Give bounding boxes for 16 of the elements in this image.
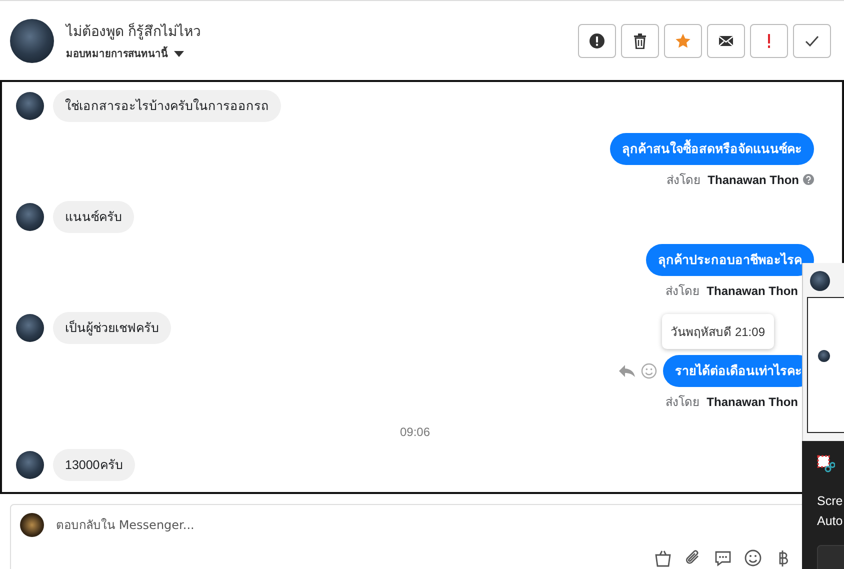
message-bubble: ใช่เอกสารอะไรบ้างครับในการออกรถ (53, 90, 281, 122)
message-bubble: ลุกค้าประกอบอาชีพอะไรค (646, 244, 814, 276)
sender-name: Thanawan Thon (706, 284, 798, 298)
message-bubble: ลุกค้าสนใจซื้อสดหรือจัดแนนซ์คะ (610, 133, 814, 165)
timestamp-tooltip: วันพฤหัสบดี 21:09 (662, 314, 774, 349)
notification-text: Scre (817, 493, 844, 510)
sender-name: Thanawan Thon (706, 394, 798, 408)
contact-name: ไม่ต้องพูด ก็รู้สึกไม่ไหว (66, 22, 201, 42)
message-bubble: 13000ครับ (53, 449, 135, 481)
sender-name: Thanawan Thon (708, 172, 799, 186)
timestamp: 09:06 (398, 425, 432, 439)
sent-by-label: ส่งโดย (665, 283, 700, 300)
sent-by-label: ส่งโดย (665, 394, 700, 411)
sent-by-label: ส่งโดย (666, 172, 702, 189)
message-bubble: แนนซ์ครับ (53, 201, 134, 233)
message-bubble: เป็นผู้ช่วยเชฟครับ (53, 312, 171, 344)
